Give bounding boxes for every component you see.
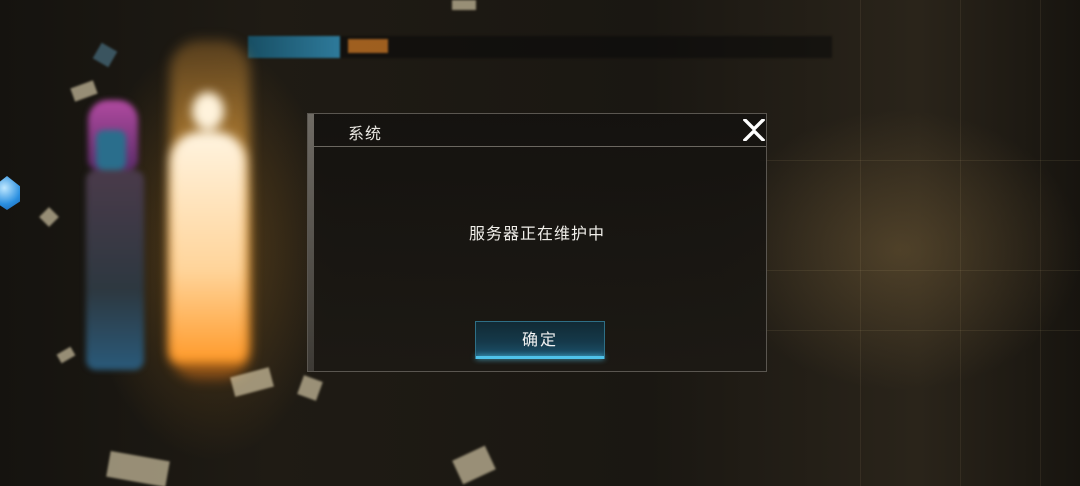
character-silhouette: [78, 100, 148, 370]
close-icon: [743, 119, 765, 141]
game-scene: 系统 服务器正在维护中 确定: [0, 0, 1080, 486]
confirm-button-highlight: [476, 356, 604, 359]
blurred-tag: [248, 36, 340, 58]
dialog-header: 系统: [314, 114, 766, 147]
light-shard: [92, 42, 118, 68]
background-grid-line: [760, 330, 1080, 331]
light-shard: [56, 346, 76, 364]
background-grid-line: [1040, 0, 1041, 486]
background-grid-line: [960, 0, 961, 486]
confirm-button[interactable]: 确定: [475, 321, 605, 359]
blurred-label: [348, 39, 388, 53]
dialog-message: 服务器正在维护中: [468, 224, 605, 243]
glowing-character-silhouette: [162, 92, 252, 362]
light-shard: [106, 450, 170, 486]
background-grid-line: [760, 270, 1080, 271]
background-grid-line: [760, 160, 1080, 161]
light-shard: [297, 375, 323, 401]
confirm-button-label: 确定: [521, 330, 558, 349]
close-button[interactable]: [738, 114, 768, 146]
blurred-top-bar: [248, 36, 832, 58]
background-grid-line: [860, 0, 861, 486]
light-shard: [452, 0, 476, 10]
light-shard: [70, 80, 98, 102]
light-shard: [452, 445, 496, 485]
light-shard: [39, 207, 59, 227]
system-dialog: 系统 服务器正在维护中 确定: [307, 113, 767, 372]
blue-gem-icon: [0, 176, 20, 210]
dialog-title: 系统: [348, 124, 383, 143]
